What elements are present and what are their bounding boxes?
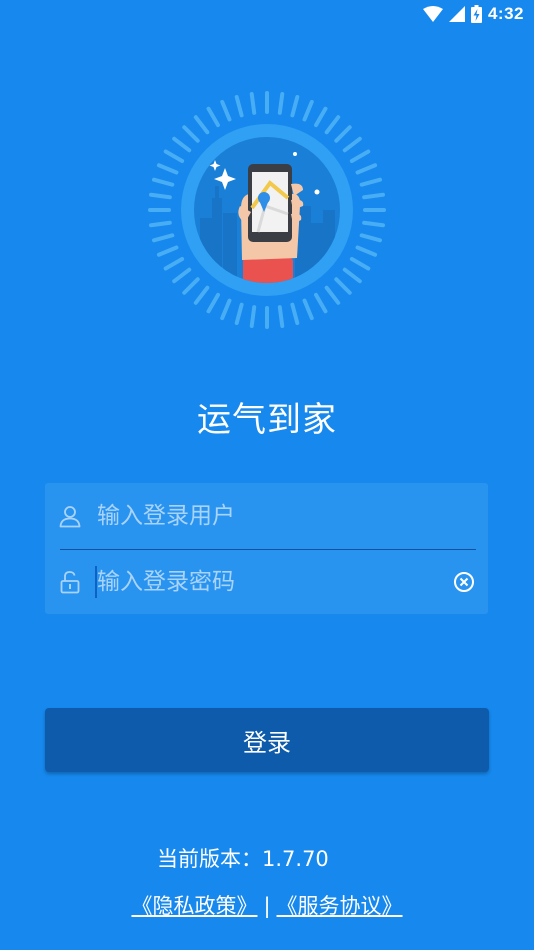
logo-tick	[277, 92, 285, 115]
logo-tick	[355, 163, 378, 175]
logo-tick	[334, 125, 352, 143]
logo-tick	[302, 99, 314, 122]
app-title: 运气到家	[197, 400, 337, 440]
logo-tick	[314, 292, 328, 314]
logo-tick	[290, 302, 300, 326]
cellular-signal-icon	[448, 6, 465, 22]
wifi-icon	[422, 6, 443, 22]
logo-tick	[172, 267, 192, 284]
privacy-policy-link[interactable]: 《隐私政策》	[131, 894, 257, 918]
logo-tick	[334, 277, 352, 295]
logo-tick	[324, 285, 341, 305]
link-separator: |	[263, 894, 271, 918]
service-agreement-link[interactable]: 《服务协议》	[277, 894, 403, 918]
logo-tick	[149, 192, 172, 200]
logo-tick	[182, 277, 200, 295]
logo-tick	[362, 192, 385, 200]
logo-tick	[355, 245, 378, 257]
logo-tick	[156, 245, 179, 257]
logo-tick	[234, 94, 244, 118]
status-bar: 4:32	[0, 0, 534, 30]
logo-tick	[151, 177, 175, 187]
logo-tick	[342, 136, 362, 153]
login-form	[45, 483, 488, 614]
logo-tick	[359, 177, 383, 187]
lock-icon	[58, 570, 82, 594]
logo-tick	[324, 115, 341, 135]
logo-tick	[206, 106, 220, 128]
logo-tick	[220, 298, 232, 321]
logo-tick	[249, 305, 257, 328]
logo-tick	[277, 305, 285, 328]
logo-tick	[206, 292, 220, 314]
app-logo	[145, 88, 389, 332]
logo-tick	[156, 163, 179, 175]
logo-tick	[349, 257, 371, 271]
logo-tick	[149, 220, 172, 228]
logo-tick	[290, 94, 300, 118]
password-input[interactable]	[97, 565, 427, 599]
status-icons: 4:32	[422, 4, 524, 24]
status-time: 4:32	[487, 4, 524, 23]
username-row	[45, 483, 488, 549]
logo-tick	[163, 257, 185, 271]
logo-tick	[342, 267, 362, 284]
logo-tick	[362, 220, 385, 228]
logo-tick	[302, 298, 314, 321]
logo-tick	[359, 233, 383, 243]
login-button[interactable]: 登录	[45, 708, 489, 772]
username-input[interactable]	[97, 499, 427, 533]
logo-tick	[163, 149, 185, 163]
logo-tick	[314, 106, 328, 128]
clear-input-icon[interactable]	[453, 571, 475, 593]
version-text: 当前版本：1.7.70	[157, 847, 329, 871]
legal-links: 《隐私政策》 | 《服务协议》	[0, 890, 534, 920]
user-icon	[58, 504, 82, 528]
logo-tick	[234, 302, 244, 326]
battery-charging-icon	[470, 5, 482, 23]
logo-tick	[193, 285, 210, 305]
logo-tick	[172, 136, 192, 153]
logo-tick	[220, 99, 232, 122]
logo-tick	[249, 92, 257, 115]
logo-tick	[151, 233, 175, 243]
logo-tick	[182, 125, 200, 143]
password-row	[45, 549, 488, 615]
logo-tick	[349, 149, 371, 163]
logo-tick	[193, 115, 210, 135]
